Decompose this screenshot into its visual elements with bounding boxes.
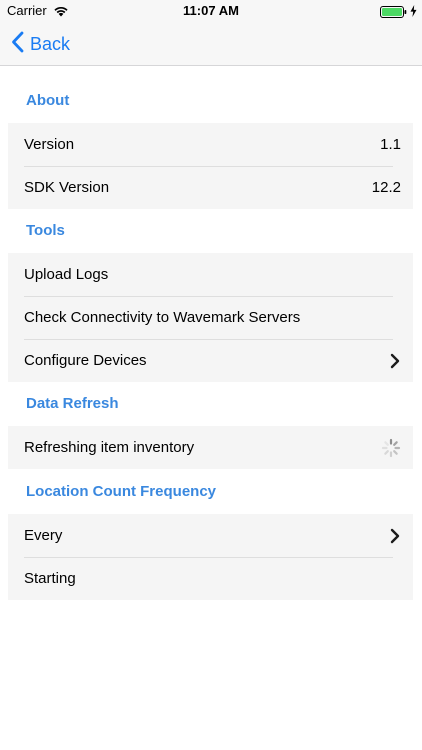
- back-button[interactable]: Back: [11, 31, 70, 57]
- chevron-right-icon: [389, 353, 401, 369]
- section-header-about: About: [26, 92, 70, 109]
- group-location-count: Every Starting: [8, 514, 413, 600]
- row-sdk-version: SDK Version 12.2: [8, 166, 413, 209]
- row-starting[interactable]: Starting: [8, 557, 413, 600]
- chevron-right-icon: [389, 528, 401, 544]
- row-every[interactable]: Every: [8, 514, 413, 557]
- row-check-connectivity[interactable]: Check Connectivity to Wavemark Servers: [8, 296, 413, 339]
- battery-icon: [380, 5, 407, 23]
- status-bar: Carrier 11:07 AM: [0, 0, 422, 22]
- chevron-left-icon: [11, 31, 24, 58]
- row-refreshing-inventory: Refreshing item inventory: [8, 426, 413, 469]
- row-label: Configure Devices: [24, 352, 147, 369]
- section-header-data-refresh: Data Refresh: [26, 395, 119, 412]
- back-label: Back: [30, 33, 71, 54]
- row-upload-logs[interactable]: Upload Logs: [8, 253, 413, 296]
- navigation-bar: Back: [0, 22, 422, 66]
- row-label: Every: [24, 527, 63, 544]
- row-label: SDK Version: [24, 179, 110, 196]
- sdk-version-value: 12.2: [371, 179, 401, 196]
- row-label: Version: [24, 136, 75, 153]
- version-value: 1.1: [380, 136, 401, 153]
- row-label: Refreshing item inventory: [24, 439, 195, 456]
- status-time: 11:07 AM: [183, 3, 239, 18]
- row-label: Check Connectivity to Wavemark Servers: [24, 309, 301, 326]
- section-header-location-count: Location Count Frequency: [26, 483, 217, 500]
- group-about: Version 1.1 SDK Version 12.2: [8, 123, 413, 209]
- row-label: Starting: [24, 570, 76, 587]
- row-version: Version 1.1: [8, 123, 413, 166]
- section-header-tools: Tools: [26, 222, 65, 239]
- charging-icon: [410, 4, 417, 22]
- row-label: Upload Logs: [24, 266, 109, 283]
- group-tools: Upload Logs Check Connectivity to Wavema…: [8, 253, 413, 382]
- activity-spinner-icon: [381, 438, 401, 458]
- group-data-refresh: Refreshing item inventory: [8, 426, 413, 469]
- row-configure-devices[interactable]: Configure Devices: [8, 339, 413, 382]
